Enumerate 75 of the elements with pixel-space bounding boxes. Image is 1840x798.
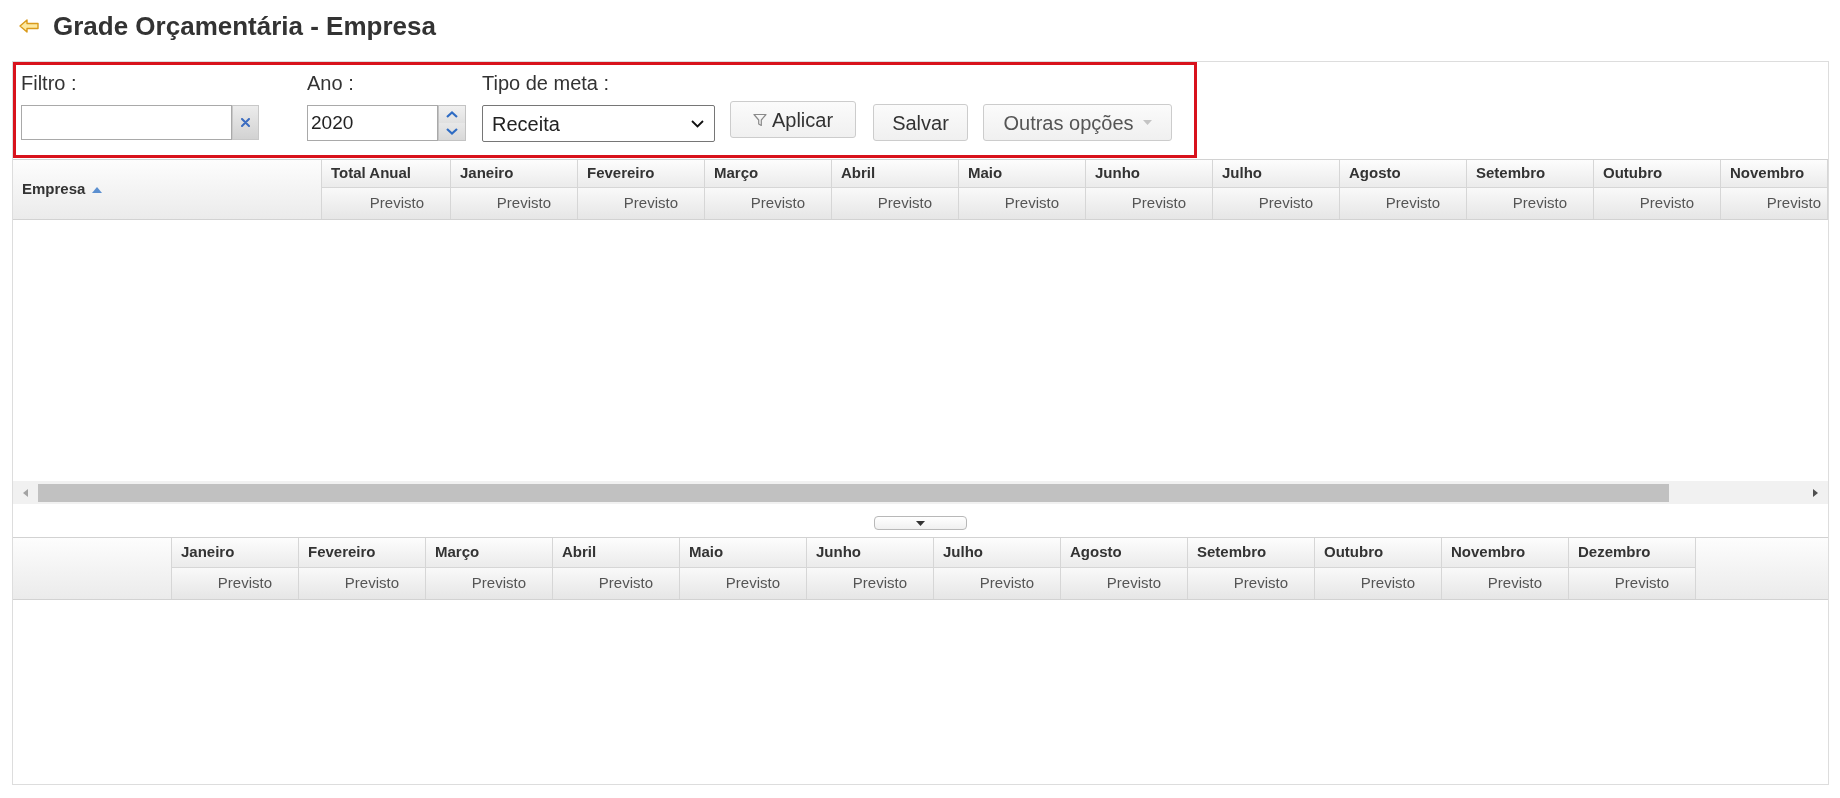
chevron-up-icon bbox=[446, 111, 458, 118]
funnel-icon bbox=[752, 112, 767, 127]
subcolumn-header: Previsto bbox=[1061, 568, 1187, 599]
subcolumn-header: Previsto bbox=[578, 188, 704, 219]
goal-type-label: Tipo de meta : bbox=[482, 71, 611, 95]
column-header: Setembro bbox=[1467, 160, 1593, 188]
subcolumn-header: Previsto bbox=[934, 568, 1060, 599]
caret-down-icon bbox=[916, 520, 925, 526]
column-header: Novembro bbox=[1442, 538, 1568, 568]
scrollbar-thumb[interactable] bbox=[38, 483, 1669, 502]
column-header: Junho bbox=[807, 538, 933, 568]
subcolumn-header: Previsto bbox=[1594, 188, 1720, 219]
subcolumn-header: Previsto bbox=[705, 188, 831, 219]
column-header: Março bbox=[426, 538, 552, 568]
horizontal-scrollbar[interactable] bbox=[13, 481, 1828, 504]
column-header: Fevereiro bbox=[299, 538, 425, 568]
column-header: Abril bbox=[553, 538, 679, 568]
column-header: Julho bbox=[1213, 160, 1339, 188]
filter-input[interactable] bbox=[21, 105, 232, 140]
subcolumn-header: Previsto bbox=[1467, 188, 1593, 219]
filter-label: Filtro : bbox=[21, 71, 78, 95]
subcolumn-header: Previsto bbox=[1188, 568, 1314, 599]
subcolumn-header: Previsto bbox=[1213, 188, 1339, 219]
subcolumn-header: Previsto bbox=[680, 568, 806, 599]
subcolumn-header: Previsto bbox=[1315, 568, 1441, 599]
column-header: Julho bbox=[934, 538, 1060, 568]
subcolumn-header: Previsto bbox=[807, 568, 933, 599]
more-options-button[interactable]: Outras opções bbox=[983, 104, 1172, 141]
subcolumn-header: Previsto bbox=[172, 568, 298, 599]
subcolumn-header: Previsto bbox=[322, 188, 450, 219]
decrement-button[interactable] bbox=[438, 123, 466, 141]
subcolumn-header: Previsto bbox=[299, 568, 425, 599]
year-label: Ano : bbox=[307, 71, 355, 95]
column-header: Janeiro bbox=[451, 160, 577, 188]
back-arrow-icon[interactable] bbox=[19, 19, 39, 33]
apply-button[interactable]: Aplicar bbox=[730, 101, 856, 138]
close-icon bbox=[241, 118, 250, 127]
column-header: Janeiro bbox=[172, 538, 298, 568]
splitter-toggle[interactable] bbox=[874, 516, 967, 530]
caret-down-icon bbox=[1142, 120, 1152, 125]
column-header: Março bbox=[705, 160, 831, 188]
column-header: Maio bbox=[680, 538, 806, 568]
subcolumn-header: Previsto bbox=[1442, 568, 1568, 599]
year-input[interactable]: 2020 bbox=[307, 105, 438, 141]
column-header: Agosto bbox=[1061, 538, 1187, 568]
subcolumn-header: Previsto bbox=[1721, 188, 1827, 219]
subcolumn-header: Previsto bbox=[426, 568, 552, 599]
subcolumn-header: Previsto bbox=[1086, 188, 1212, 219]
scroll-right-icon[interactable] bbox=[1813, 488, 1818, 497]
goal-type-select[interactable]: Receita bbox=[482, 105, 715, 142]
subcolumn-header: Previsto bbox=[1569, 568, 1695, 599]
column-header: Setembro bbox=[1188, 538, 1314, 568]
subcolumn-header: Previsto bbox=[451, 188, 577, 219]
save-button[interactable]: Salvar bbox=[873, 104, 968, 141]
increment-button[interactable] bbox=[438, 105, 466, 123]
subcolumn-header: Previsto bbox=[553, 568, 679, 599]
column-header: Agosto bbox=[1340, 160, 1466, 188]
column-header: Dezembro bbox=[1569, 538, 1695, 568]
column-header: Novembro bbox=[1721, 160, 1827, 188]
column-header: Junho bbox=[1086, 160, 1212, 188]
chevron-down-icon bbox=[691, 119, 704, 128]
clear-button[interactable] bbox=[232, 105, 259, 140]
column-header: Fevereiro bbox=[578, 160, 704, 188]
page-title: Grade Orçamentária - Empresa bbox=[53, 10, 436, 42]
column-header: Outubro bbox=[1315, 538, 1441, 568]
column-header: Outubro bbox=[1594, 160, 1720, 188]
column-header: Maio bbox=[959, 160, 1085, 188]
subcolumn-header: Previsto bbox=[959, 188, 1085, 219]
subcolumn-header: Previsto bbox=[1340, 188, 1466, 219]
scroll-left-icon[interactable] bbox=[23, 488, 28, 497]
chevron-down-icon bbox=[446, 128, 458, 135]
column-header[interactable]: Empresa bbox=[13, 160, 322, 219]
column-header: Total Anual bbox=[322, 160, 450, 188]
subcolumn-header: Previsto bbox=[832, 188, 958, 219]
column-header: Abril bbox=[832, 160, 958, 188]
